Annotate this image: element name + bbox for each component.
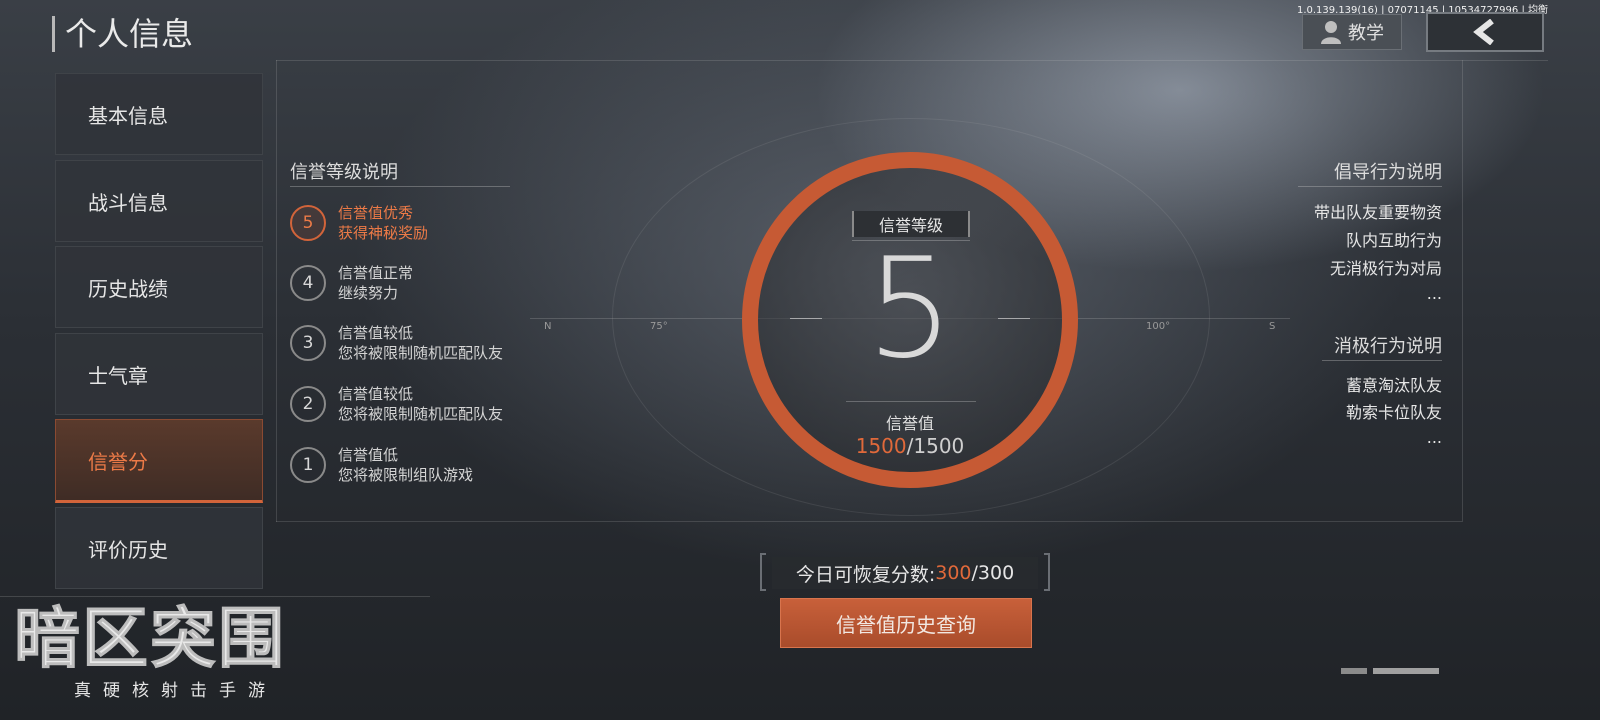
sidebar-item-label: 信誉分 <box>88 449 148 474</box>
daily-recover-score: 今日可恢复分数: 300/300 <box>772 557 1038 589</box>
level-badge: 4 <box>290 265 326 301</box>
recover-bracket-left <box>760 553 766 591</box>
level-effect: 您将被限制随机匹配队友 <box>338 344 504 362</box>
panel-bottom-border <box>276 521 1462 522</box>
level-row-5: 5 信誉值优秀 获得神秘奖励 <box>290 198 550 248</box>
sidebar-item-combat-info[interactable]: 战斗信息 <box>55 160 263 242</box>
sidebar-item-label: 士气章 <box>88 363 148 388</box>
credit-history-button[interactable]: 信誉值历史查询 <box>780 598 1032 648</box>
sidebar-item-review-history[interactable]: 评价历史 <box>55 507 263 589</box>
level-text: 信誉值较低 您将被限制随机匹配队友 <box>338 384 503 424</box>
panel-left-border <box>276 60 277 522</box>
level-badge: 3 <box>290 325 326 361</box>
level-status: 信誉值正常 <box>338 264 414 282</box>
tutorial-button[interactable]: 教学 <box>1302 14 1402 50</box>
encouraged-item: 带出队友重要物资 <box>1313 203 1442 222</box>
level-effect: 继续努力 <box>338 284 399 302</box>
sidebar-item-label: 评价历史 <box>88 537 168 562</box>
level-row-2: 2 信誉值较低 您将被限制随机匹配队友 <box>290 379 550 429</box>
score-current: 1500 <box>855 434 907 458</box>
score-label: 信誉值 <box>885 414 934 433</box>
negative-title: 消极行为说明 <box>1334 336 1442 357</box>
compass-north: N <box>544 321 552 332</box>
sidebar-item-credit-score[interactable]: 信誉分 <box>55 419 263 503</box>
recover-label: 今日可恢复分数: <box>795 563 936 586</box>
negative-title-underline <box>1322 360 1442 361</box>
recover-bracket-right <box>1044 553 1050 591</box>
page-indicator[interactable] <box>1341 668 1367 674</box>
sidebar-item-history-record[interactable]: 历史战绩 <box>55 246 263 328</box>
logo-main-text: 暗区突围 <box>14 600 286 677</box>
level-badge: 5 <box>290 205 326 241</box>
score-divider <box>846 401 976 402</box>
encouraged-title-underline <box>1298 186 1442 187</box>
negative-item: 勒索卡位队友 <box>1345 403 1442 422</box>
compass-south: S <box>1269 321 1276 332</box>
level-text: 信誉值优秀 获得神秘奖励 <box>338 203 428 243</box>
logo-divider <box>0 596 430 597</box>
panel-right-border <box>1462 60 1463 522</box>
negative-more: ... <box>1426 428 1442 447</box>
level-effect: 获得神秘奖励 <box>338 224 429 242</box>
encouraged-title: 倡导行为说明 <box>1334 162 1442 183</box>
level-status: 信誉值优秀 <box>338 204 414 222</box>
level-text: 信誉值低 您将被限制组队游戏 <box>338 445 473 485</box>
encouraged-item: 无消极行为对局 <box>1329 259 1442 278</box>
level-status: 信誉值较低 <box>338 385 414 403</box>
grade-value: 5 <box>866 228 954 389</box>
levels-title-underline <box>290 186 510 187</box>
logo-tagline: 真硬核射击手游 <box>74 681 277 701</box>
level-status: 信誉值较低 <box>338 324 414 342</box>
score-max: /1500 <box>906 434 965 458</box>
level-status: 信誉值低 <box>338 446 399 464</box>
sidebar-item-label: 历史战绩 <box>88 276 168 301</box>
sidebar-item-basic-info[interactable]: 基本信息 <box>55 73 263 155</box>
ring-right-tick <box>998 318 1030 319</box>
encouraged-more: ... <box>1426 284 1442 303</box>
encouraged-item: 队内互助行为 <box>1345 231 1442 250</box>
page-title: 个人信息 <box>52 16 193 52</box>
level-badge: 1 <box>290 447 326 483</box>
sidebar-item-label: 基本信息 <box>88 103 168 128</box>
recover-max: /300 <box>971 562 1015 584</box>
level-row-1: 1 信誉值低 您将被限制组队游戏 <box>290 440 550 490</box>
level-badge: 2 <box>290 386 326 422</box>
level-text: 信誉值正常 继续努力 <box>338 263 413 303</box>
negative-item: 蓄意淘汰队友 <box>1345 376 1442 395</box>
level-text: 信誉值较低 您将被限制随机匹配队友 <box>338 323 503 363</box>
sidebar-item-label: 战斗信息 <box>88 190 168 215</box>
levels-title: 信誉等级说明 <box>290 162 398 183</box>
back-button[interactable] <box>1426 12 1544 52</box>
user-icon <box>1321 21 1341 44</box>
sidebar-item-morale-badge[interactable]: 士气章 <box>55 333 263 415</box>
level-row-3: 3 信誉值较低 您将被限制随机匹配队友 <box>290 318 550 368</box>
level-effect: 您将被限制随机匹配队友 <box>338 405 504 423</box>
level-row-4: 4 信誉值正常 继续努力 <box>290 258 550 308</box>
game-logo: 暗区突围 真硬核射击手游 <box>14 600 364 720</box>
tutorial-label: 教学 <box>1348 23 1384 44</box>
ring-left-tick <box>790 318 822 319</box>
top-divider <box>276 60 1548 61</box>
score-value: 1500/1500 <box>820 434 1000 458</box>
chevron-left-icon <box>1473 19 1494 45</box>
level-effect: 您将被限制组队游戏 <box>338 466 474 484</box>
page-indicator-active[interactable] <box>1373 668 1439 674</box>
recover-current: 300 <box>935 562 972 584</box>
